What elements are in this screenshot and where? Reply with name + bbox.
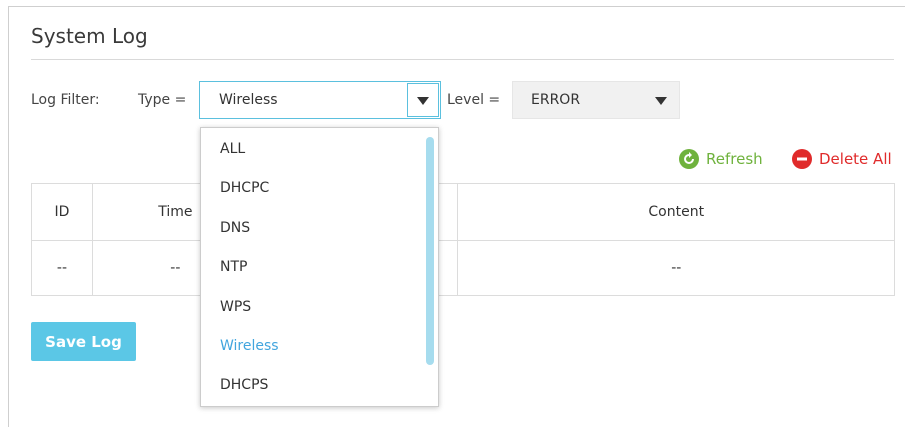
- level-label: Level =: [447, 92, 501, 108]
- minus-circle-icon: [792, 149, 812, 169]
- dropdown-scrollbar[interactable]: [426, 137, 434, 365]
- table-header-row: ID Time Content: [31, 183, 895, 241]
- title-divider: [31, 59, 894, 60]
- dropdown-option-dhcps[interactable]: DHCPS: [220, 377, 268, 393]
- type-select[interactable]: Wireless: [199, 81, 441, 119]
- refresh-icon: [679, 149, 699, 169]
- caret-down-icon: [655, 97, 667, 105]
- table-cell: --: [457, 240, 895, 296]
- caret-down-icon: [417, 97, 429, 105]
- column-header-id: ID: [31, 183, 93, 241]
- level-select[interactable]: ERROR: [512, 81, 680, 119]
- dropdown-option-all[interactable]: ALL: [220, 141, 245, 157]
- refresh-button[interactable]: Refresh: [679, 149, 763, 169]
- type-select-toggle[interactable]: [407, 83, 439, 117]
- dropdown-option-dhcpc[interactable]: DHCPC: [220, 180, 269, 196]
- level-select-value: ERROR: [531, 92, 581, 108]
- log-filter-label: Log Filter:: [31, 92, 100, 108]
- page-title: System Log: [31, 24, 148, 48]
- refresh-label: Refresh: [706, 150, 763, 168]
- delete-all-label: Delete All: [819, 150, 892, 168]
- delete-all-button[interactable]: Delete All: [792, 149, 892, 169]
- dropdown-option-ntp[interactable]: NTP: [220, 259, 247, 275]
- type-label: Type =: [138, 92, 187, 108]
- dropdown-option-wps[interactable]: WPS: [220, 299, 251, 315]
- table-cell: --: [31, 240, 93, 296]
- save-log-button[interactable]: Save Log: [31, 322, 136, 361]
- dropdown-option-wireless[interactable]: Wireless: [220, 338, 279, 354]
- column-header-content: Content: [457, 183, 895, 241]
- dropdown-option-dns[interactable]: DNS: [220, 220, 250, 236]
- table-row: -- -- --: [31, 240, 895, 296]
- type-dropdown-menu: ALL DHCPC DNS NTP WPS Wireless DHCPS: [200, 127, 439, 407]
- log-table: ID Time Content -- -- --: [31, 183, 895, 296]
- type-select-value: Wireless: [219, 92, 278, 108]
